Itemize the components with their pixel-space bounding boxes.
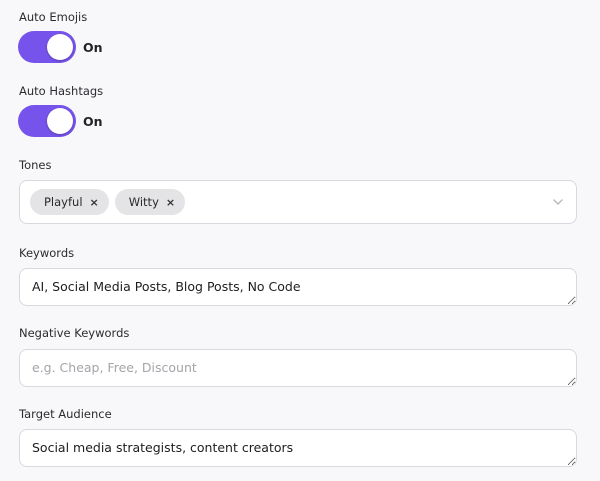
- auto-hashtags-row: On: [18, 105, 103, 137]
- close-icon[interactable]: ×: [90, 196, 99, 209]
- keywords-label: Keywords: [19, 246, 75, 260]
- auto-emojis-label: Auto Emojis: [19, 10, 88, 24]
- tones-label: Tones: [19, 158, 52, 172]
- settings-form: Auto Emojis On Auto Hashtags On Tones Pl…: [0, 0, 600, 481]
- keywords-input[interactable]: AI, Social Media Posts, Blog Posts, No C…: [19, 268, 577, 306]
- tone-chip-label: Playful: [44, 195, 83, 209]
- auto-hashtags-state: On: [83, 113, 103, 129]
- toggle-knob: [47, 34, 73, 60]
- close-icon[interactable]: ×: [166, 196, 175, 209]
- negative-keywords-label: Negative Keywords: [19, 326, 130, 340]
- auto-hashtags-toggle[interactable]: [18, 105, 76, 137]
- toggle-knob: [47, 108, 73, 134]
- auto-hashtags-label: Auto Hashtags: [19, 84, 104, 98]
- auto-emojis-toggle[interactable]: [18, 31, 76, 63]
- auto-emojis-row: On: [18, 31, 103, 63]
- tones-select[interactable]: Playful × Witty ×: [19, 180, 577, 224]
- auto-emojis-state: On: [83, 39, 103, 55]
- target-audience-label: Target Audience: [19, 407, 112, 421]
- tone-chip-witty: Witty ×: [114, 189, 186, 215]
- target-audience-input[interactable]: Social media strategists, content creato…: [19, 429, 577, 467]
- negative-keywords-input[interactable]: [19, 349, 577, 387]
- tone-chip-label: Witty: [128, 195, 159, 209]
- chevron-down-icon[interactable]: [552, 196, 564, 208]
- tone-chip-playful: Playful ×: [30, 189, 109, 215]
